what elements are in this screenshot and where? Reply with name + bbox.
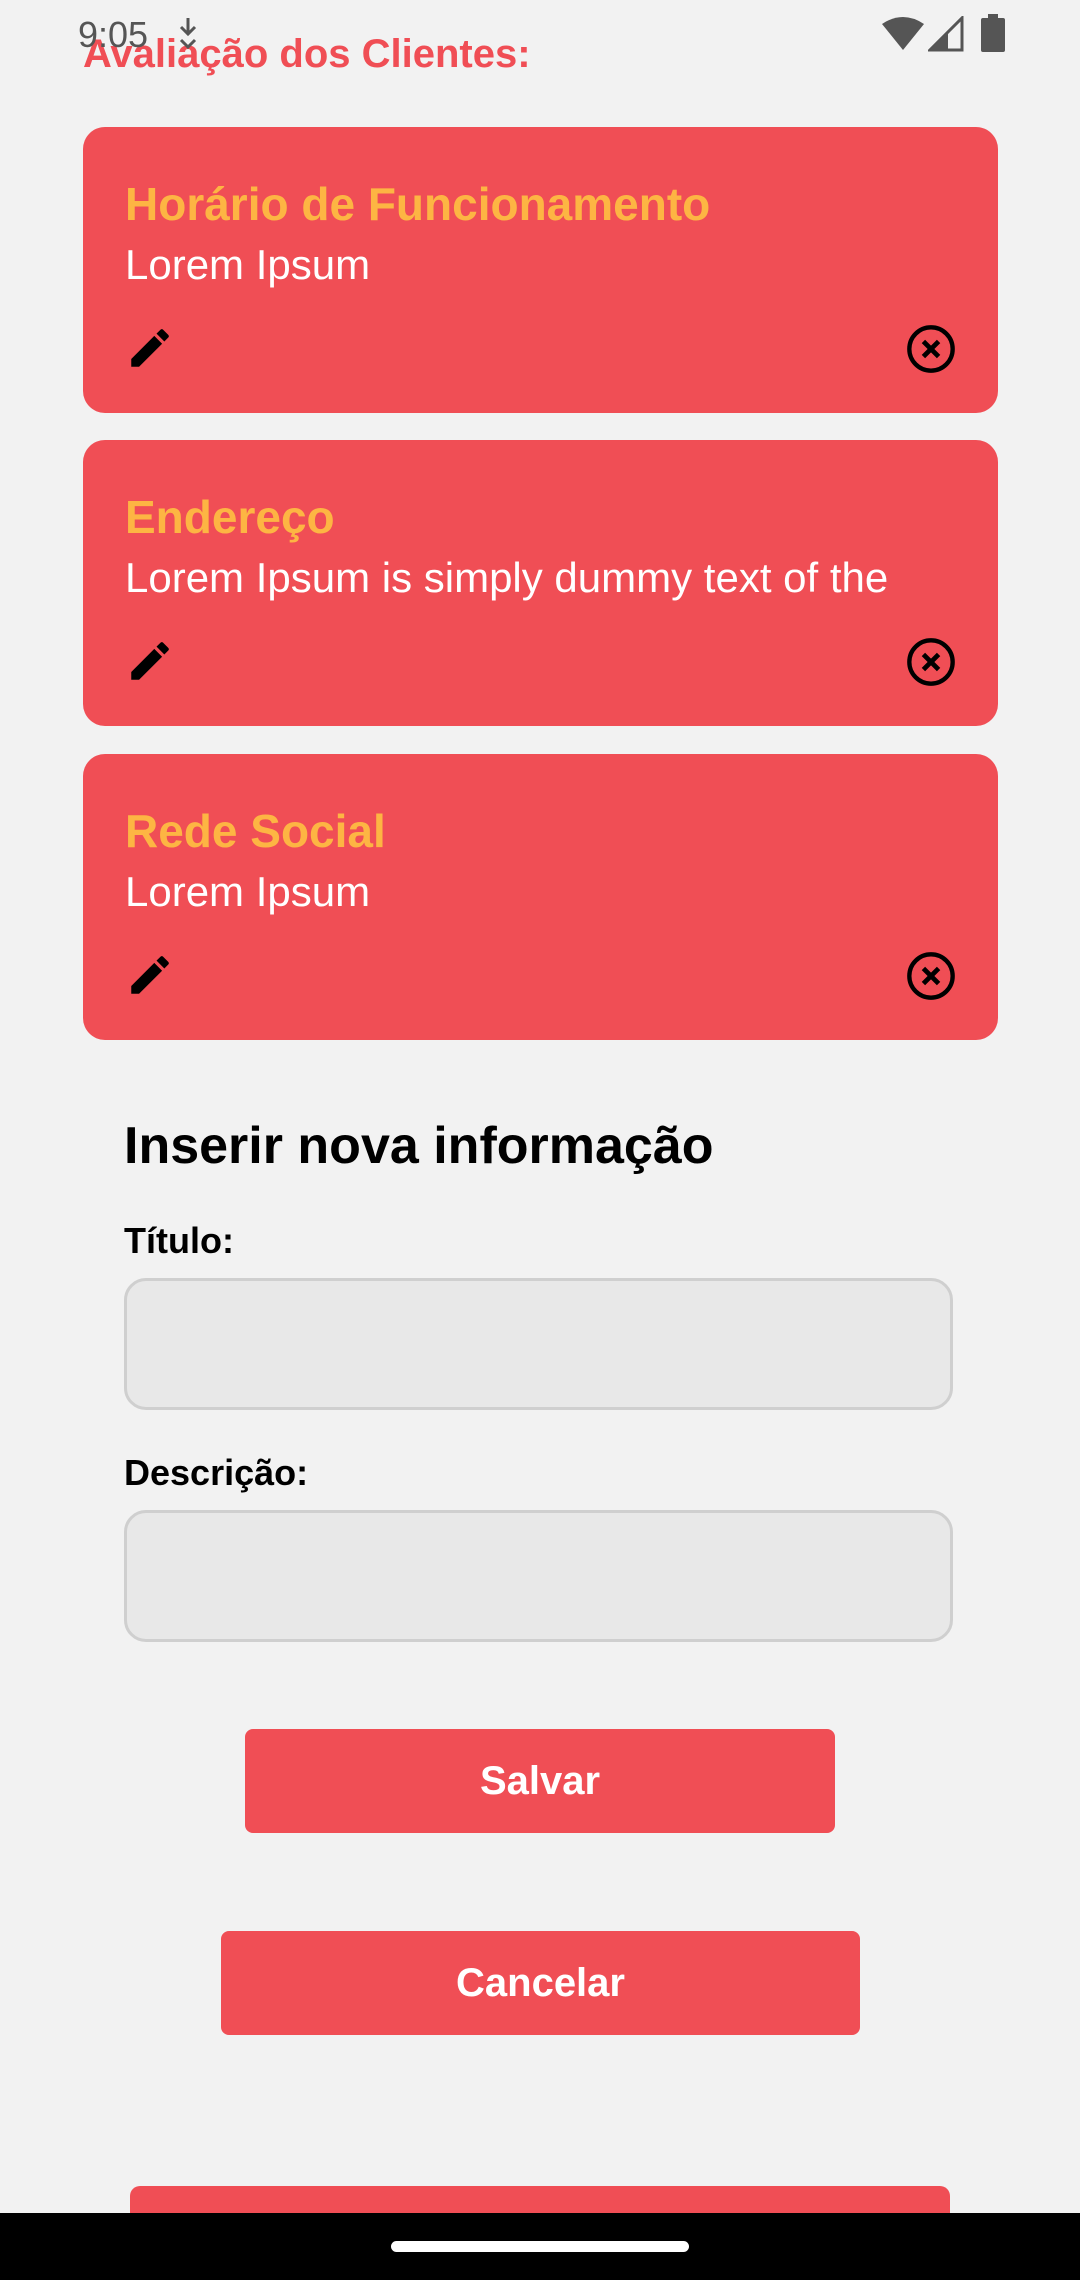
card-description: Lorem Ipsum — [125, 868, 371, 915]
info-card: Horário de Funcionamento Lorem Ipsum — [83, 127, 998, 413]
wifi-icon — [882, 17, 924, 50]
cell-signal-icon — [928, 16, 964, 52]
pencil-icon[interactable] — [125, 950, 175, 1000]
description-field-label: Descrição: — [124, 1452, 309, 1493]
save-button[interactable]: Salvar — [245, 1729, 835, 1833]
description-field[interactable] — [124, 1510, 953, 1642]
status-time: 9:05 — [78, 14, 149, 55]
info-card: Rede Social Lorem Ipsum — [83, 754, 998, 1040]
card-description: Lorem Ipsum is simply dummy text of the — [125, 554, 889, 601]
home-gesture-handle[interactable] — [391, 2241, 689, 2252]
pencil-icon[interactable] — [125, 323, 175, 373]
pencil-icon[interactable] — [125, 636, 175, 686]
status-bar: 9:05 — [0, 0, 1080, 64]
title-field-label: Título: — [124, 1220, 234, 1261]
card-title: Horário de Funcionamento — [125, 178, 711, 230]
info-card: Endereço Lorem Ipsum is simply dummy tex… — [83, 440, 998, 726]
card-title: Endereço — [125, 491, 335, 543]
cancel-button[interactable]: Cancelar — [221, 1931, 860, 2035]
close-circle-icon[interactable] — [905, 323, 957, 375]
close-circle-icon[interactable] — [905, 636, 957, 688]
card-title: Rede Social — [125, 805, 386, 857]
download-notification-icon — [179, 18, 197, 50]
battery-icon — [981, 14, 1005, 52]
close-circle-icon[interactable] — [905, 950, 957, 1002]
card-description: Lorem Ipsum — [125, 241, 371, 288]
title-field[interactable] — [124, 1278, 953, 1410]
form-heading: Inserir nova informação — [124, 1117, 714, 1175]
